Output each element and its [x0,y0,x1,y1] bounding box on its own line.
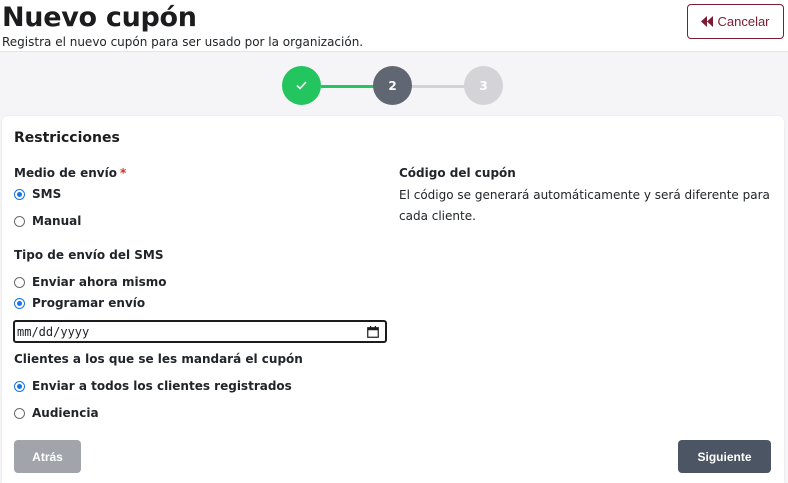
sms-type-label: Tipo de envío del SMS [14,248,164,262]
radio-all-clients[interactable]: Enviar a todos los clientes registrados [14,379,292,393]
step-2: 2 [373,66,412,105]
stepper: 2 3 [0,52,788,116]
step-3: 3 [464,66,503,105]
page-title: Nuevo cupón [2,2,197,33]
form-card: Restricciones Medio de envío * SMS Manual… [2,116,784,483]
radio-send-now[interactable]: Enviar ahora mismo [14,275,166,289]
date-placeholder: mm/dd/yyyy [17,324,90,339]
radio-schedule-control[interactable] [14,297,25,309]
back-button[interactable]: Atrás [14,440,81,473]
radio-manual[interactable]: Manual [14,214,81,228]
coupon-code-description: El código se generará automáticamente y … [399,188,770,223]
radio-sms-control[interactable] [14,188,25,200]
radio-sms[interactable]: SMS [14,187,61,201]
double-chevron-left-icon [701,16,714,27]
page-subtitle: Registra el nuevo cupón para ser usado p… [2,35,364,49]
radio-all-clients-control[interactable] [14,380,25,392]
radio-audience-control[interactable] [14,407,25,419]
radio-audience[interactable]: Audiencia [14,406,99,420]
radio-send-now-control[interactable] [14,276,25,288]
delivery-method-label-text: Medio de envío [14,166,117,180]
required-asterisk: * [119,166,127,180]
page-header: Nuevo cupón Registra el nuevo cupón para… [0,0,788,52]
schedule-date-input[interactable]: mm/dd/yyyy [13,320,387,343]
check-icon [296,81,307,90]
radio-all-clients-label: Enviar a todos los clientes registrados [32,379,292,393]
next-button[interactable]: Siguiente [678,440,771,473]
radio-sms-label: SMS [32,187,62,201]
calendar-icon[interactable] [367,325,379,338]
section-title: Restricciones [14,130,120,146]
radio-schedule-label: Programar envío [32,296,146,310]
radio-audience-label: Audiencia [32,406,99,420]
cancel-button-label: Cancelar [717,14,770,29]
delivery-method-label: Medio de envío * [14,166,126,180]
coupon-code-label: Código del cupón [399,166,516,180]
cancel-button[interactable]: Cancelar [687,4,784,39]
radio-send-now-label: Enviar ahora mismo [32,275,167,289]
stepper-connector-pending [411,85,466,88]
step-1 [282,66,321,105]
radio-manual-control[interactable] [14,215,25,227]
radio-manual-label: Manual [32,214,82,228]
stepper-connector-complete [321,85,375,88]
clients-label: Clientes a los que se les mandará el cup… [14,352,303,366]
radio-schedule[interactable]: Programar envío [14,296,145,310]
